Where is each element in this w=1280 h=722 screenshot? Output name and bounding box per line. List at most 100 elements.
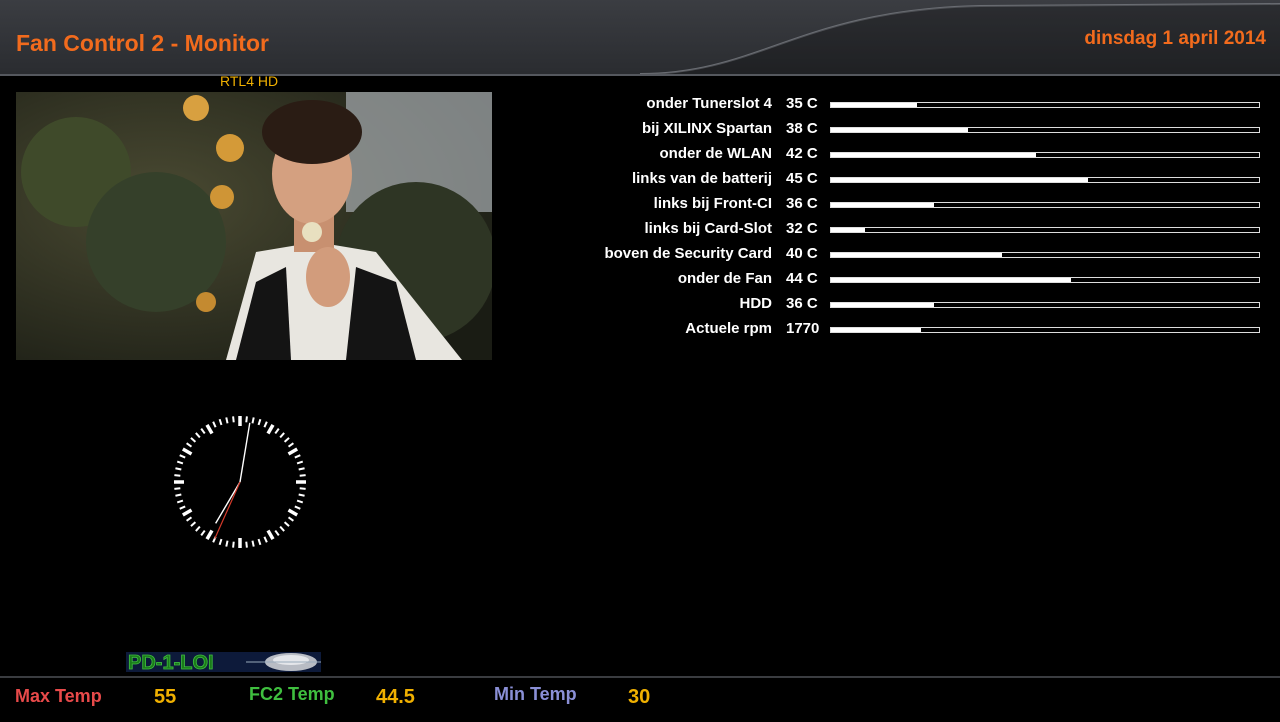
clock-hour-tick [287, 447, 299, 456]
clock-minute-tick [245, 541, 248, 548]
clock-minute-tick [298, 467, 305, 471]
sensor-bar [830, 202, 1260, 208]
clock-minute-tick [174, 487, 181, 490]
sensor-bar [830, 102, 1260, 108]
sensor-label: onder de WLAN [659, 145, 773, 162]
sensor-row: links bij Card-Slot 32 C [0, 220, 1280, 242]
min-temp-label: Min Temp [494, 684, 577, 704]
sensor-bar [830, 302, 1260, 308]
sensor-label: boven de Security Card [604, 245, 772, 262]
clock-minute-tick [190, 437, 197, 443]
clock-minute-tick [179, 505, 186, 510]
clock-minute-tick [257, 418, 262, 426]
sensor-bar-fill [831, 103, 917, 107]
sensor-bar-fill [831, 328, 921, 332]
clock-hour-tick [205, 423, 214, 435]
clock-hour-tick [205, 529, 214, 541]
clock-minute-tick [245, 416, 248, 423]
clock-minute-tick [279, 525, 285, 532]
sensor-row: Actuele rpm 1770 [0, 320, 1280, 342]
clock-minute-tick [263, 421, 268, 428]
clock-minute-tick [200, 428, 206, 435]
sensor-bar-fill [831, 278, 1071, 282]
clock-minute-tick [179, 454, 186, 459]
clock-hour-tick [181, 508, 193, 517]
clock-minute-tick [200, 529, 206, 536]
clock-minute-tick [274, 529, 280, 536]
sensor-label: Actuele rpm [685, 320, 772, 337]
sensor-value: 42 C [786, 145, 818, 162]
svg-text:PD-1-LOI: PD-1-LOI [128, 652, 214, 674]
clock-minute-tick [298, 493, 305, 497]
clock-minute-tick [186, 442, 193, 448]
clock-minute-tick [251, 417, 255, 424]
sensor-label: links van de batterij [631, 170, 772, 187]
sensor-value: 1770 [786, 320, 820, 337]
clock-minute-tick [176, 499, 184, 504]
clock-minute-tick [176, 460, 184, 465]
clock-minute-tick [225, 540, 229, 547]
sensor-row: links bij Front-CI 36 C [0, 195, 1280, 217]
sensor-value: 36 C [786, 195, 818, 212]
clock-minute-tick [287, 442, 294, 448]
clock-minute-tick [174, 474, 181, 477]
sensor-bar [830, 227, 1260, 233]
sensor-value: 32 C [786, 220, 818, 237]
clock-minute-tick [232, 416, 235, 423]
clock-minute-tick [287, 516, 294, 522]
sensor-bar-fill [831, 253, 1003, 257]
footer-bar: Max Temp 55 FC2 Temp 44.5 Min Temp 30 [0, 676, 1280, 722]
clock-hour-tick [266, 423, 275, 435]
sensor-row: bij XILINX Spartan 38 C [0, 120, 1280, 142]
sensor-bar [830, 277, 1260, 283]
clock-minute-tick [283, 521, 290, 527]
clock-minute-tick [299, 487, 306, 490]
sensor-label: links bij Front-CI [653, 195, 772, 212]
clock-minute-tick [283, 437, 290, 443]
sensor-row: onder Tunerslot 4 35 C [0, 95, 1280, 117]
clock-minute-tick [212, 421, 217, 428]
min-temp-value: 30 [628, 686, 651, 708]
date-display: dinsdag 1 april 2014 [1084, 28, 1266, 49]
sensor-bar-fill [831, 128, 968, 132]
clock-hour-tick [266, 529, 275, 541]
clock-minute-tick [279, 432, 285, 439]
sensor-bar-fill [831, 178, 1088, 182]
sensor-label: onder Tunerslot 4 [646, 95, 772, 112]
clock-minute-hand [239, 422, 251, 483]
sensor-bar [830, 152, 1260, 158]
clock-minute-tick [257, 538, 262, 546]
header-bar: Fan Control 2 - Monitor dinsdag 1 april … [0, 0, 1280, 76]
sensor-bar-fill [831, 203, 934, 207]
max-temp-value: 55 [154, 686, 177, 708]
clock-face [174, 416, 306, 548]
clock-minute-tick [274, 428, 280, 435]
sensor-bar-fill [831, 228, 866, 232]
fc2-temp-value: 44.5 [376, 686, 415, 708]
sensor-bar-fill [831, 303, 934, 307]
clock-hour-hand [215, 481, 241, 524]
clock-minute-tick [294, 454, 301, 459]
sensor-bar [830, 127, 1260, 133]
sensor-row: HDD 36 C [0, 295, 1280, 317]
sensor-row: boven de Security Card 40 C [0, 245, 1280, 267]
clock-minute-tick [263, 536, 268, 543]
clock-hour-tick [287, 508, 299, 517]
analog-clock [170, 412, 310, 557]
clock-minute-tick [190, 521, 197, 527]
sensor-value: 35 C [786, 95, 818, 112]
clock-minute-tick [299, 474, 306, 477]
clock-minute-tick [186, 516, 193, 522]
sensor-value: 36 C [786, 295, 818, 312]
sensor-value: 44 C [786, 270, 818, 287]
clock-second-hand [214, 481, 241, 539]
fc2-temp-label: FC2 Temp [249, 684, 335, 704]
clock-hour-tick [181, 447, 193, 456]
sensor-bar [830, 252, 1260, 258]
sensor-value: 40 C [786, 245, 818, 262]
sensor-label: bij XILINX Spartan [641, 120, 772, 137]
sensor-bar [830, 177, 1260, 183]
sensor-value: 45 C [786, 170, 818, 187]
sensor-row: onder de WLAN 42 C [0, 145, 1280, 167]
channel-name: RTL4 HD [220, 73, 279, 89]
